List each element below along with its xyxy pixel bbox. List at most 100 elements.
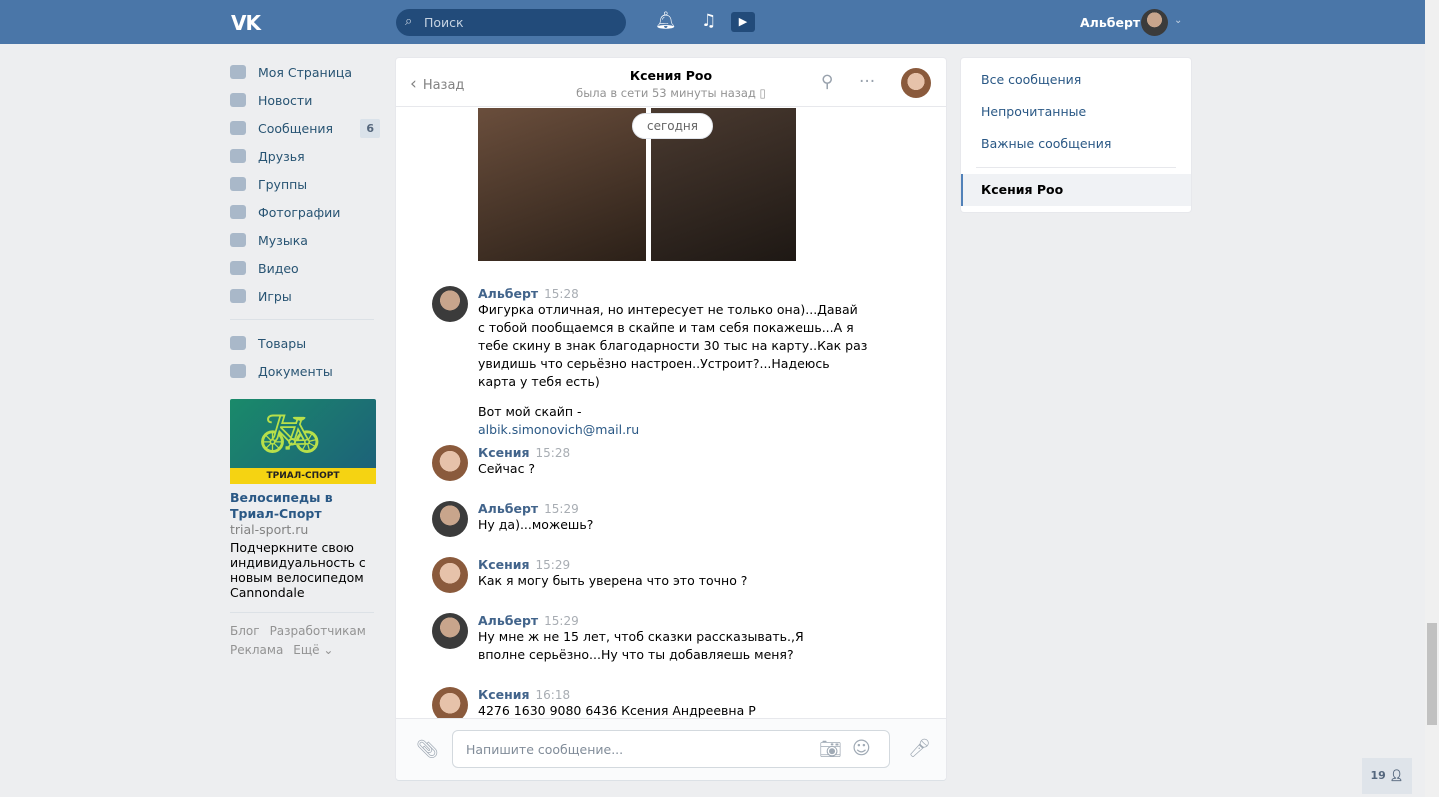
avatar[interactable] <box>432 445 468 481</box>
message-author[interactable]: Альберт <box>478 501 538 516</box>
document-icon <box>230 364 246 378</box>
avatar[interactable] <box>432 501 468 537</box>
bell-icon[interactable]: 🔔︎ <box>655 11 677 31</box>
nav-documents[interactable]: Документы <box>230 357 380 385</box>
message: Ксения 16:18 4276 1630 9080 6436 Ксения Ан… <box>432 687 902 718</box>
nav-label: Документы <box>258 363 333 379</box>
chat-panel: ‹ Назад Ксения Роо была в сети 53 минуты … <box>396 58 946 780</box>
nav-label: Моя Страница <box>258 64 352 80</box>
nav-label: Музыка <box>258 232 308 248</box>
nav-news[interactable]: Новости <box>230 86 380 114</box>
groups-icon <box>230 177 246 191</box>
nav-video[interactable]: Видео <box>230 254 380 282</box>
camera-icon[interactable]: 📷︎ <box>819 739 842 760</box>
message-author[interactable]: Ксения <box>478 557 530 572</box>
skype-link[interactable]: albik.simonovich@mail.ru <box>478 421 902 439</box>
nav-goods[interactable]: Товары <box>230 329 380 357</box>
nav-my-page[interactable]: Моя Страница <box>230 58 380 86</box>
nav-photos[interactable]: Фотографии <box>230 198 380 226</box>
film-icon <box>230 261 246 275</box>
footer-links: Блог Разработчикам Реклама Ещё ⌄ <box>230 622 380 660</box>
scrollbar[interactable] <box>1425 0 1439 797</box>
chat-header: ‹ Назад Ксения Роо была в сети 53 минуты … <box>396 58 946 107</box>
input-placeholder: Напишите сообщение... <box>466 742 624 757</box>
footer-more[interactable]: Ещё ⌄ <box>293 643 333 657</box>
chevron-down-icon[interactable]: ⌄ <box>1174 15 1182 26</box>
filter-all[interactable]: Все сообщения <box>961 64 1191 96</box>
message-time: 15:29 <box>544 502 579 516</box>
nav-groups[interactable]: Группы <box>230 170 380 198</box>
avatar[interactable] <box>432 613 468 649</box>
footer-ads[interactable]: Реклама <box>230 643 283 657</box>
news-icon <box>230 93 246 107</box>
message-author[interactable]: Альберт <box>478 286 538 301</box>
message: Альберт 15:28 Фигурка отличная, но интере… <box>432 286 902 439</box>
contact-avatar[interactable] <box>901 68 931 98</box>
smiley-icon[interactable]: ☺ <box>852 738 871 759</box>
messages-icon <box>230 121 246 135</box>
left-nav: Моя Страница Новости Сообщения 6 Друзья Г… <box>230 58 380 660</box>
message-author[interactable]: Ксения <box>478 445 530 460</box>
avatar[interactable] <box>432 286 468 322</box>
nav-label: Группы <box>258 176 308 192</box>
camera-icon <box>230 205 246 219</box>
filter-unread[interactable]: Непрочитанные <box>961 96 1191 128</box>
nav-friends[interactable]: Друзья <box>230 142 380 170</box>
active-conversation[interactable]: Ксения Роо <box>961 174 1191 206</box>
message: Ксения 15:28 Сейчас ? <box>432 445 902 481</box>
nav-music[interactable]: Музыка <box>230 226 380 254</box>
top-header: VK ⌕ Поиск 🔔︎ ♫ ▶ Альберт ⌄ <box>0 0 1439 44</box>
message-time: 16:18 <box>535 688 571 702</box>
date-divider: сегодня <box>632 113 713 139</box>
ad-title[interactable]: Велосипеды в Триал-Спорт <box>230 490 380 522</box>
ad-description: Подчеркните свою индивидуальность с новы… <box>230 540 366 600</box>
search-icon: ⌕ <box>405 14 413 29</box>
filter-important[interactable]: Важные сообщения <box>961 128 1191 160</box>
play-icon[interactable]: ▶ <box>731 12 755 32</box>
message-author[interactable]: Ксения <box>478 687 530 702</box>
ad-image[interactable]: 🚲︎ ТРИАЛ-СПОРТ <box>230 399 376 484</box>
nav-games[interactable]: Игры <box>230 282 380 310</box>
ad-block[interactable]: 🚲︎ ТРИАЛ-СПОРТ Велосипеды в Триал-Спорт t… <box>230 399 380 600</box>
divider <box>230 612 374 613</box>
message-history: сегодня Альберт 15:28 Фигурка отличная, н… <box>396 108 946 718</box>
nav-label: Сообщения <box>258 120 334 136</box>
ad-site[interactable]: trial-sport.ru <box>230 522 380 538</box>
nav-label: Игры <box>258 288 292 304</box>
message-author[interactable]: Альберт <box>478 613 538 628</box>
scrollbar-thumb[interactable] <box>1427 623 1437 725</box>
bag-icon <box>230 336 246 350</box>
nav-label: Друзья <box>258 148 305 164</box>
message-text: Сейчас ? <box>478 461 536 476</box>
avatar[interactable] <box>432 687 468 718</box>
photo-attachment[interactable] <box>478 108 646 261</box>
music-note-icon <box>230 233 246 247</box>
paperclip-icon[interactable]: 📎︎ <box>416 739 439 760</box>
microphone-icon[interactable]: 🎤︎ <box>908 738 931 759</box>
nav-label: Товары <box>258 335 307 351</box>
last-seen: была в сети 53 минуты назад <box>576 86 756 100</box>
nav-messages[interactable]: Сообщения 6 <box>230 114 380 142</box>
vk-logo[interactable]: VK <box>231 11 261 35</box>
user-name[interactable]: Альберт <box>1080 15 1140 30</box>
avatar[interactable] <box>432 557 468 593</box>
message: Ксения 15:29 Как я могу быть уверена что э… <box>432 557 902 593</box>
message-time: 15:29 <box>535 558 571 572</box>
home-icon <box>230 65 246 79</box>
user-avatar[interactable] <box>1141 9 1168 36</box>
more-icon[interactable]: ··· <box>859 72 875 92</box>
search-icon[interactable]: ⚲ <box>821 72 833 92</box>
message-filters: Все сообщения Непрочитанные Важные сообщ… <box>961 58 1191 212</box>
footer-developers[interactable]: Разработчикам <box>270 624 366 638</box>
footer-blog[interactable]: Блог <box>230 624 260 638</box>
ad-banner-text: ТРИАЛ-СПОРТ <box>230 468 376 484</box>
search-input[interactable]: ⌕ Поиск <box>396 9 626 36</box>
music-icon[interactable]: ♫ <box>701 11 716 31</box>
online-friends-counter[interactable]: 19 👤︎ <box>1362 758 1412 794</box>
message-text: Вот мой скайп - <box>478 404 582 419</box>
search-placeholder: Поиск <box>424 15 464 30</box>
message-text: 4276 1630 9080 6436 Ксения Андреевна Р <box>478 703 756 718</box>
bicycle-icon: 🚲︎ <box>258 405 322 463</box>
person-icon: 👤︎ <box>1389 769 1404 782</box>
message-time: 15:29 <box>544 614 579 628</box>
